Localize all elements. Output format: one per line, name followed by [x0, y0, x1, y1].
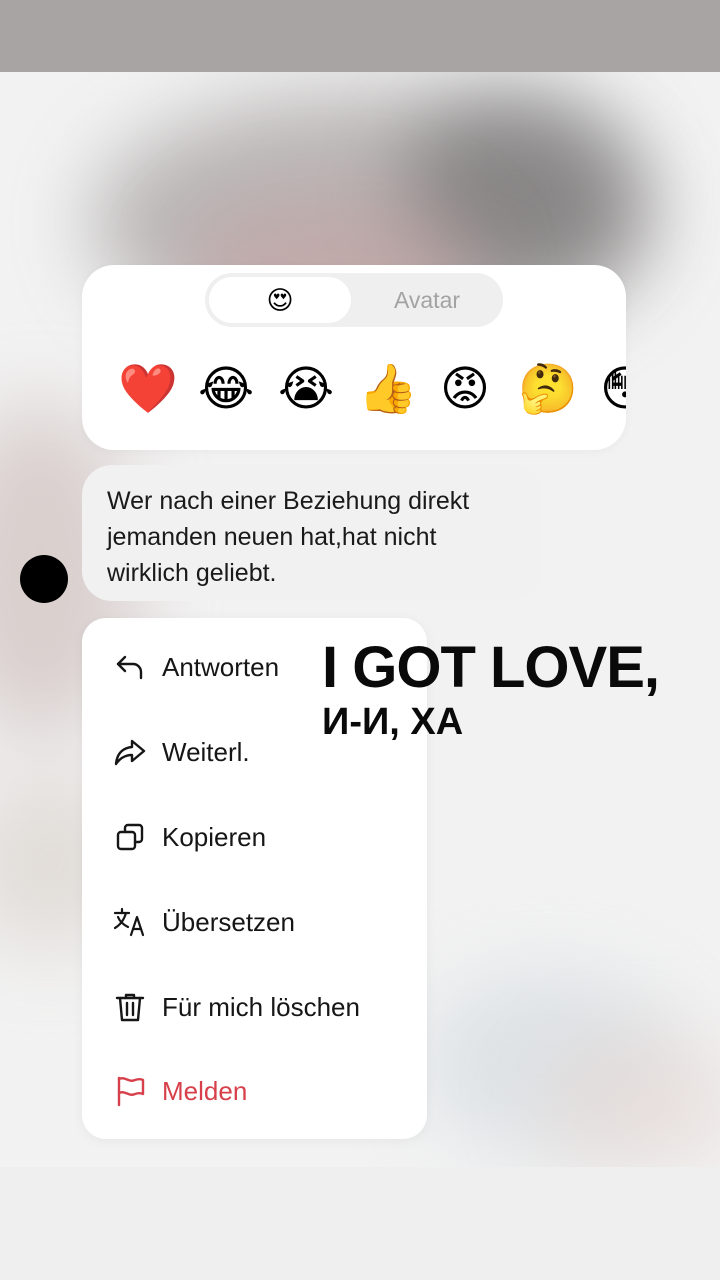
tab-emoji[interactable]: 😍	[209, 277, 351, 323]
reply-icon	[112, 649, 148, 685]
menu-item-copy[interactable]: Kopieren	[82, 802, 427, 872]
sender-avatar	[20, 555, 68, 603]
reaction-laughing[interactable]: 😂	[198, 361, 254, 417]
menu-label-report: Melden	[162, 1075, 248, 1106]
menu-label-forward: Weiterl.	[162, 736, 250, 767]
menu-label-translate: Übersetzen	[162, 906, 295, 937]
menu-label-delete: Für mich löschen	[162, 991, 360, 1022]
reaction-picker: 😍 Avatar ❤️ 😂 😭 👍 😡 🤔 😳	[82, 265, 626, 450]
reaction-tab-switcher: 😍 Avatar	[205, 273, 503, 327]
reaction-thinking[interactable]: 🤔	[518, 361, 578, 417]
emoji-reaction-row: ❤️ 😂 😭 👍 😡 🤔 😳	[118, 361, 626, 421]
reaction-crying[interactable]: 😭	[278, 361, 334, 417]
menu-item-report[interactable]: Melden	[82, 1056, 427, 1126]
menu-item-translate[interactable]: Übersetzen	[82, 887, 427, 957]
top-status-bar	[0, 0, 720, 72]
message-bubble[interactable]: Wer nach einer Beziehung direkt jemanden…	[82, 465, 542, 601]
overlay-lyric-line2: И-И, ХА	[322, 701, 464, 743]
copy-icon	[112, 819, 148, 855]
trash-icon	[112, 989, 148, 1025]
message-text: Wer nach einer Beziehung direkt jemanden…	[107, 487, 470, 587]
menu-item-delete[interactable]: Für mich löschen	[82, 972, 427, 1042]
tab-avatar[interactable]: Avatar	[355, 277, 499, 323]
forward-icon	[112, 734, 148, 770]
menu-label-reply: Antworten	[162, 651, 280, 682]
reaction-thumbs-up[interactable]: 👍	[358, 361, 418, 417]
reaction-angry[interactable]: 😡	[438, 361, 492, 417]
overlay-lyric-line1: I GOT LOVE,	[322, 635, 660, 700]
bottom-area	[0, 1167, 720, 1280]
menu-label-copy: Kopieren	[162, 821, 267, 852]
flag-icon	[112, 1073, 148, 1109]
reaction-flushed[interactable]: 😳	[598, 361, 626, 417]
reaction-heart[interactable]: ❤️	[118, 361, 178, 417]
translate-icon	[112, 904, 148, 940]
